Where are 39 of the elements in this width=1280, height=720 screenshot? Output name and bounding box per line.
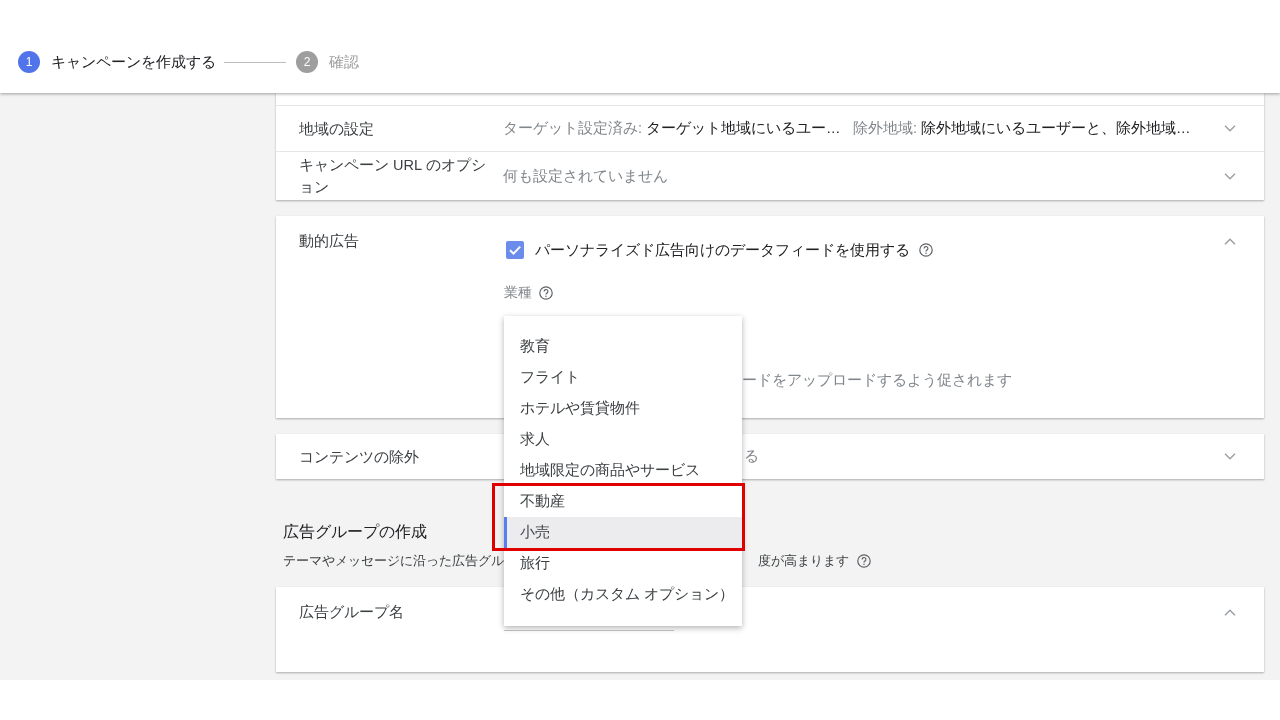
hint-text: ードをアップロードするよう促されます (742, 371, 1012, 390)
field-label: 業種 (504, 284, 532, 302)
chevron-down-icon[interactable] (1224, 125, 1236, 132)
help-icon[interactable] (919, 243, 933, 257)
step-label: キャンペーンを作成する (51, 52, 216, 72)
menu-item[interactable]: 求人 (504, 424, 742, 455)
summary-caption: る (744, 447, 759, 466)
setting-label: 地域の設定 (299, 119, 375, 139)
checkbox-label: パーソナライズド広告向けのデータフィードを使用する (535, 240, 910, 260)
section-heading: 広告グループの作成 (283, 522, 427, 542)
help-icon[interactable] (539, 286, 553, 300)
chevron-up-icon[interactable] (1224, 238, 1236, 245)
menu-item[interactable]: その他（カスタム オプション） (504, 579, 742, 610)
chevron-down-icon[interactable] (1224, 453, 1236, 460)
step-label: 確認 (329, 52, 359, 72)
menu-item[interactable]: 不動産 (504, 486, 742, 517)
section-description: 度が高まります (758, 552, 849, 570)
summary-value: 除外地域にいるユーザーと、除外地域… (921, 119, 1191, 138)
checkbox[interactable] (506, 241, 524, 259)
chevron-down-icon[interactable] (1224, 172, 1236, 180)
chevron-up-icon[interactable] (1224, 609, 1236, 616)
step-number: 2 (296, 51, 318, 73)
section-label: 広告グループ名 (299, 603, 405, 622)
menu-item[interactable]: 教育 (504, 331, 742, 362)
setting-label: コンテンツの除外 (299, 447, 420, 467)
menu-item[interactable]: 地域限定の商品やサービス (504, 455, 742, 486)
summary-caption: 除外地域: (853, 119, 918, 138)
summary-caption: ターゲット設定済み: (503, 119, 643, 138)
section-label: 動的広告 (299, 232, 360, 251)
section-description: テーマやメッセージに沿った広告グル (283, 552, 504, 570)
setting-label: キャンペーン URL のオプション (299, 156, 487, 197)
step-number: 1 (18, 51, 40, 73)
menu-item[interactable]: 小売 (504, 517, 742, 548)
summary-value: ターゲット地域にいるユー… (646, 119, 841, 138)
help-icon[interactable] (857, 554, 871, 568)
menu-item[interactable]: ホテルや賃貸物件 (504, 393, 742, 424)
summary-caption: 何も設定されていません (503, 166, 668, 186)
menu-item[interactable]: フライト (504, 362, 742, 393)
menu-item[interactable]: 旅行 (504, 548, 742, 579)
